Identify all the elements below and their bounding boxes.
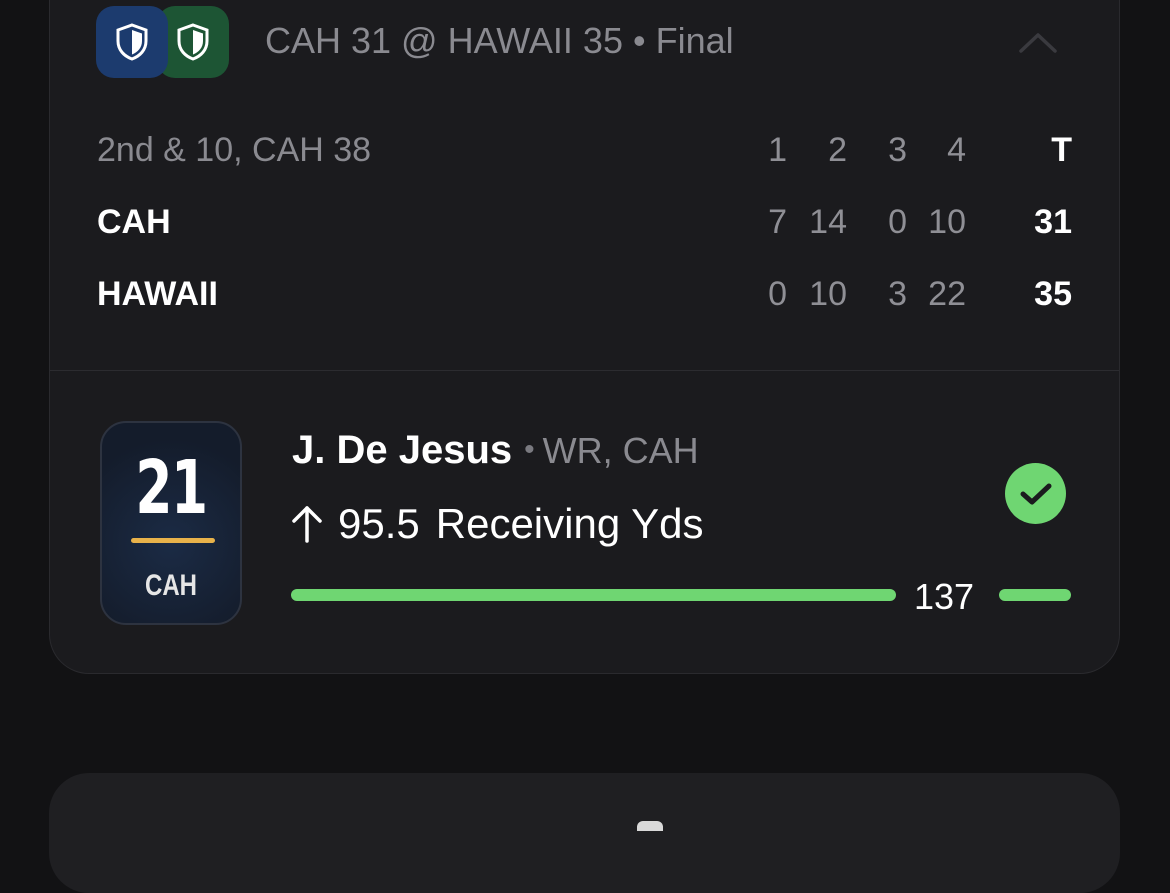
progress-bar-fill xyxy=(291,589,896,601)
total-header: T xyxy=(1051,131,1072,169)
game-matchup-title: CAH 31 @ HAWAII 35 • Final xyxy=(265,20,734,61)
arrow-up-icon xyxy=(292,506,322,543)
cah-team-logo xyxy=(96,6,168,78)
chevron-up-icon[interactable] xyxy=(1018,30,1058,54)
jersey-team: CAH xyxy=(145,569,197,602)
quarter-header: 1 xyxy=(768,131,787,169)
player-info: J. De Jesus • WR, CAH xyxy=(292,428,699,473)
scoreboard-header-row: 2nd & 10, CAH 38 1 2 3 4 T xyxy=(97,131,1077,175)
quarter-header: 2 xyxy=(828,131,847,169)
quarter-score: 22 xyxy=(928,275,966,313)
game-situation: 2nd & 10, CAH 38 xyxy=(97,131,372,169)
quarter-score: 14 xyxy=(809,203,847,241)
quarter-score: 3 xyxy=(888,275,907,313)
next-card[interactable] xyxy=(49,773,1120,893)
team-score-row: HAWAII 0 10 3 22 35 xyxy=(97,275,1077,319)
quarter-score: 0 xyxy=(768,275,787,313)
prop-stat-name: Receiving Yds xyxy=(435,500,704,547)
check-icon xyxy=(1020,483,1051,504)
team-name: HAWAII xyxy=(97,275,218,313)
shield-icon xyxy=(177,23,209,61)
jersey-accent-bar xyxy=(131,538,215,543)
jersey-number: 21 xyxy=(135,445,208,531)
progress-bar-overflow xyxy=(999,589,1071,601)
prop-line: 95.5 Receiving Yds xyxy=(290,500,703,548)
team-name: CAH xyxy=(97,203,171,241)
player-name[interactable]: J. De Jesus xyxy=(292,428,512,472)
team-score-row: CAH 7 14 0 10 31 xyxy=(97,203,1077,247)
separator-dot: • xyxy=(524,433,535,466)
player-position-team: WR, CAH xyxy=(542,430,699,471)
quarter-score: 7 xyxy=(768,203,787,241)
quarter-header: 3 xyxy=(888,131,907,169)
stat-result-value: 137 xyxy=(914,576,975,617)
quarter-header: 4 xyxy=(947,131,966,169)
partial-icon xyxy=(637,821,663,831)
prop-line-value: 95.5 xyxy=(338,500,420,547)
player-jersey-badge[interactable]: 21 CAH xyxy=(100,421,242,625)
quarter-score: 0 xyxy=(888,203,907,241)
won-status-badge xyxy=(1005,463,1066,524)
shield-icon xyxy=(116,23,148,61)
total-score: 31 xyxy=(1034,203,1072,241)
quarter-score: 10 xyxy=(928,203,966,241)
card-divider xyxy=(50,370,1119,371)
quarter-score: 10 xyxy=(809,275,847,313)
total-score: 35 xyxy=(1034,275,1072,313)
